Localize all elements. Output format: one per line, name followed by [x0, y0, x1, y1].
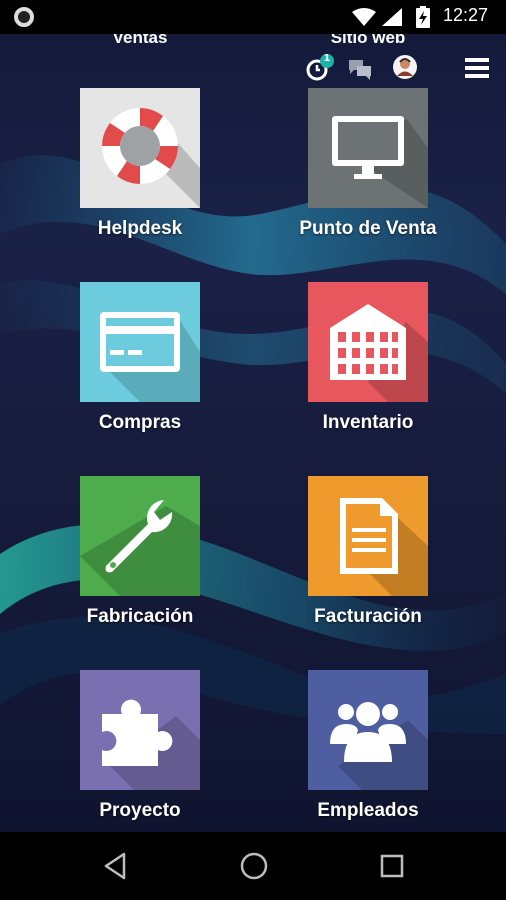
- app-tile-compras[interactable]: Compras: [80, 282, 200, 434]
- toolbar: 1: [0, 52, 506, 86]
- chat-icon: [349, 60, 371, 80]
- hamburger-menu-icon: [465, 58, 489, 78]
- document-icon: [340, 498, 398, 574]
- app-label: Facturación: [314, 606, 422, 627]
- wifi-icon: [352, 8, 376, 26]
- app-label-sitio-web[interactable]: Sitio web: [288, 34, 448, 48]
- app-icon-helpdesk: [80, 88, 200, 208]
- notification-circle-icon: [14, 7, 34, 27]
- credit-card-icon: [100, 312, 180, 372]
- app-tile-punto-de-venta[interactable]: Punto de Venta: [299, 88, 437, 240]
- battery-charging-icon: [416, 6, 430, 28]
- recents-icon[interactable]: [372, 846, 412, 886]
- app-label: Empleados: [317, 800, 419, 821]
- status-bar: 12:27: [0, 0, 506, 34]
- app-tile-inventario[interactable]: Inventario: [308, 282, 428, 434]
- app-launcher: Ventas Sitio web 1 Helpdesk Punto de Ven…: [0, 34, 506, 832]
- signal-icon: [382, 8, 402, 26]
- app-icon-compras: [80, 282, 200, 402]
- app-tile-proyecto[interactable]: Proyecto: [80, 670, 200, 822]
- activity-button[interactable]: 1: [305, 53, 335, 88]
- app-label: Fabricación: [86, 606, 194, 627]
- app-icon-facturacion: [308, 476, 428, 596]
- activity-badge: 1: [323, 53, 331, 64]
- app-icon-empleados: [308, 670, 428, 790]
- app-label: Compras: [98, 412, 182, 433]
- home-icon[interactable]: [234, 846, 274, 886]
- app-label: Proyecto: [99, 800, 181, 821]
- app-label-ventas[interactable]: Ventas: [60, 34, 220, 48]
- app-label: Punto de Venta: [299, 218, 437, 239]
- clock: 12:27: [443, 5, 489, 25]
- app-icon-fabricacion: [80, 476, 200, 596]
- menu-button[interactable]: [464, 56, 490, 84]
- app-tile-fabricacion[interactable]: Fabricación: [80, 476, 200, 628]
- app-label: Helpdesk: [97, 218, 183, 239]
- app-icon-punto-de-venta: [308, 88, 428, 208]
- navigation-bar: [0, 832, 506, 900]
- app-tile-helpdesk[interactable]: Helpdesk: [80, 88, 200, 240]
- app-label: Inventario: [322, 412, 414, 433]
- chat-button[interactable]: [347, 58, 373, 84]
- back-icon[interactable]: [96, 846, 136, 886]
- app-tile-facturacion[interactable]: Facturación: [308, 476, 428, 628]
- lifebuoy-icon: [102, 108, 178, 184]
- app-icon-inventario: [308, 282, 428, 402]
- user-avatar[interactable]: [392, 54, 418, 84]
- app-tile-empleados[interactable]: Empleados: [308, 670, 428, 822]
- app-icon-proyecto: [80, 670, 200, 790]
